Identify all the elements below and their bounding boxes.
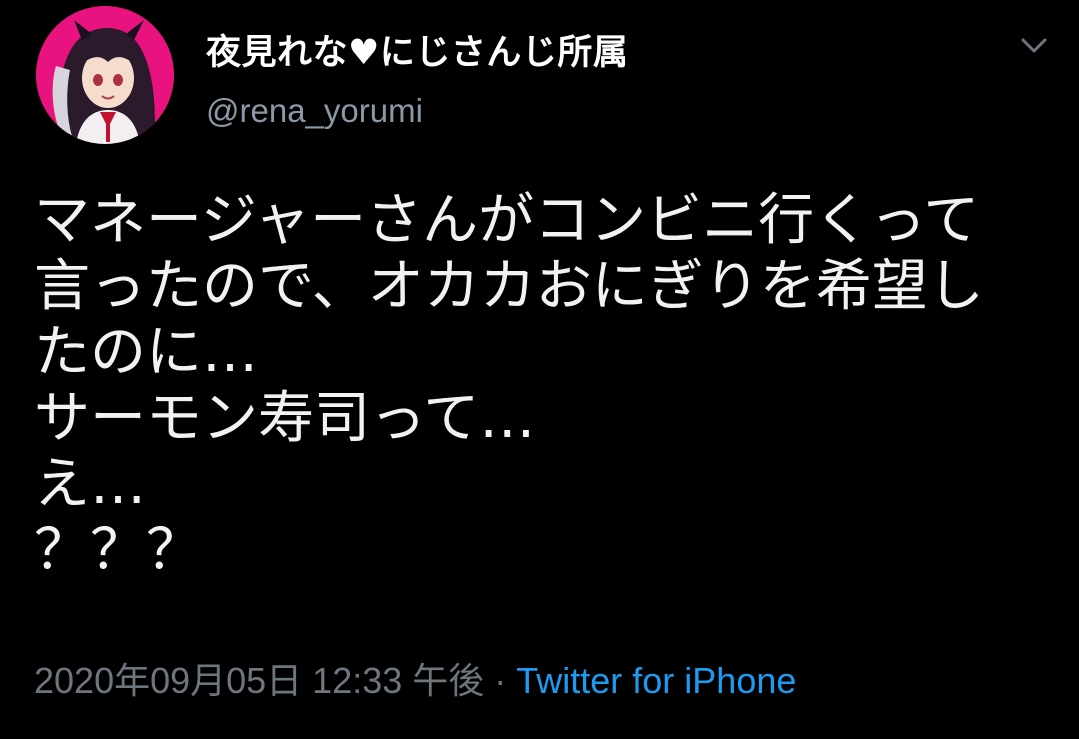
tweet-timestamp[interactable]: 2020年09月05日 12:33 午後 — [34, 660, 484, 701]
tweet-meta: 2020年09月05日 12:33 午後 · Twitter for iPhone — [34, 656, 796, 706]
tweet-text-line: たのに… — [34, 320, 258, 385]
display-name[interactable]: 夜見れな♥にじさんじ所属 — [206, 24, 628, 75]
tweet-text-line: サーモン寿司って… — [34, 386, 536, 451]
tweet-text-line: 言ったので、オカカおにぎりを希望し — [34, 254, 984, 319]
tweet-text-line: ？？？ — [34, 518, 202, 583]
tweet-text-line: マネージャーさんがコンビニ行くって — [34, 188, 980, 253]
more-options-button[interactable] — [1014, 28, 1054, 64]
tweet-source-link[interactable]: Twitter for iPhone — [516, 660, 796, 701]
user-avatar[interactable] — [36, 6, 174, 144]
tweet-text-line: え… — [34, 452, 146, 517]
chevron-down-icon — [1021, 38, 1047, 53]
tweet-text: マネージャーさんがコンビニ行くって 言ったので、オカカおにぎりを希望し たのに…… — [34, 188, 1044, 584]
tweet: 夜見れな♥にじさんじ所属 @rena_yorumi マネージャーさんがコンビニ行… — [0, 0, 1079, 739]
avatar-illustration — [36, 6, 174, 144]
user-handle[interactable]: @rena_yorumi — [206, 92, 423, 130]
meta-separator: · — [494, 660, 507, 701]
